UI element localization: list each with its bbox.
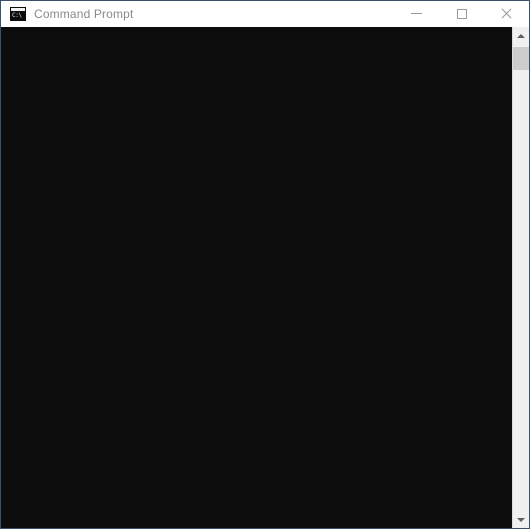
minimize-icon [411, 13, 422, 14]
console-output[interactable] [1, 27, 512, 528]
window-controls [394, 1, 529, 26]
vertical-scrollbar[interactable] [512, 27, 529, 528]
maximize-icon [456, 8, 467, 19]
chevron-down-icon [517, 517, 525, 522]
command-prompt-icon: C:\ [10, 6, 26, 21]
minimize-button[interactable] [394, 1, 439, 26]
close-button[interactable] [484, 1, 529, 26]
icon-title-strip [11, 7, 25, 11]
command-prompt-window: C:\ Command Prompt [0, 0, 530, 529]
console-area [1, 27, 529, 528]
scroll-down-button[interactable] [513, 511, 529, 528]
close-icon [501, 8, 512, 19]
scrollbar-track[interactable] [513, 44, 529, 511]
scrollbar-thumb[interactable] [513, 47, 529, 70]
icon-prompt-text: C:\ [12, 11, 22, 19]
title-bar[interactable]: C:\ Command Prompt [1, 1, 529, 27]
chevron-up-icon [517, 33, 525, 38]
window-title: Command Prompt [34, 6, 134, 21]
scroll-up-button[interactable] [513, 27, 529, 44]
maximize-button[interactable] [439, 1, 484, 26]
